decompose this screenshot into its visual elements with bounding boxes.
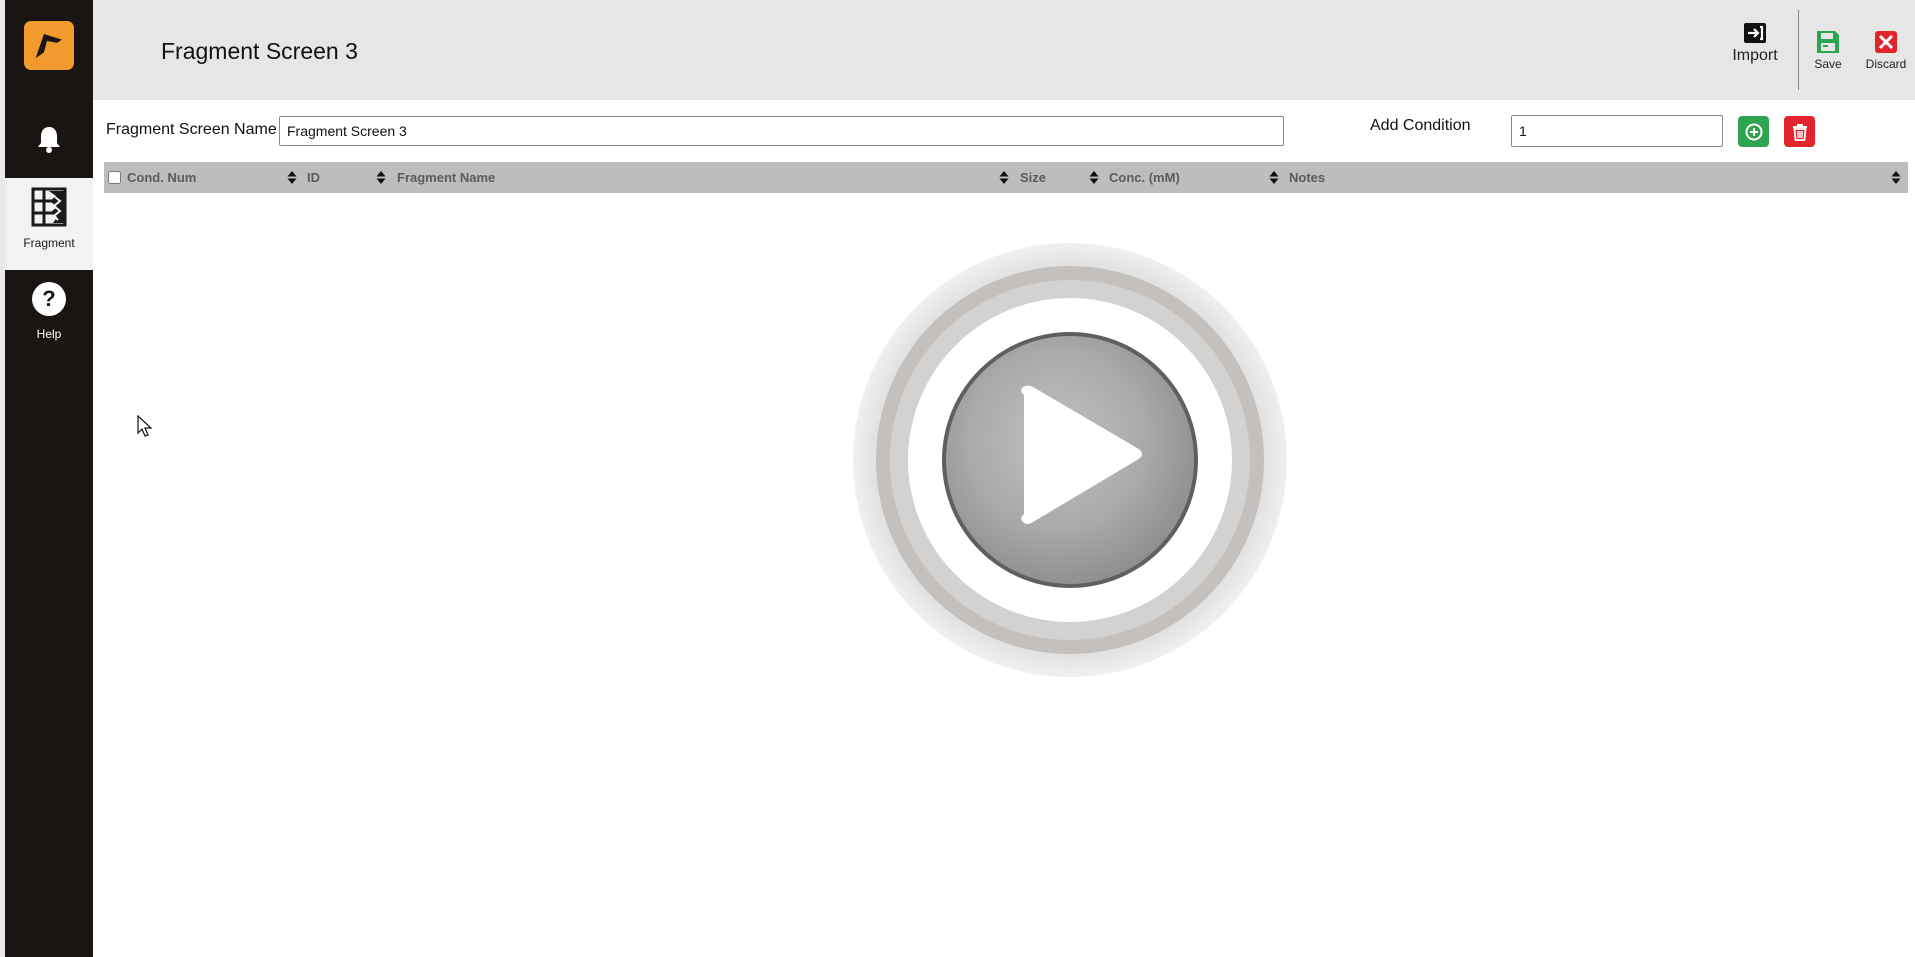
discard-button[interactable]: Discard	[1861, 30, 1911, 71]
column-header-id[interactable]: ID	[307, 162, 320, 193]
screen-name-input[interactable]	[279, 116, 1284, 146]
logo-icon	[34, 33, 64, 61]
column-header-size[interactable]: Size	[1020, 162, 1046, 193]
add-condition-button[interactable]	[1738, 116, 1769, 147]
sidebar-item-fragment[interactable]: Fragment	[5, 178, 93, 270]
sort-icon[interactable]	[376, 170, 386, 185]
page-header: Fragment Screen 3 Import Save Discard	[93, 0, 1915, 100]
header-divider	[1798, 10, 1799, 90]
help-icon: ?	[32, 282, 66, 316]
app-window: Fragment ? Help Fragment Screen 3 Import	[0, 0, 1915, 957]
column-header-cond-num[interactable]: Cond. Num	[127, 162, 196, 193]
sort-icon[interactable]	[1089, 170, 1099, 185]
sidebar-item-help[interactable]: ? Help	[5, 279, 93, 355]
add-condition-label: Add Condition	[1370, 117, 1471, 134]
sort-icon[interactable]	[1269, 170, 1279, 185]
column-header-fragment-name[interactable]: Fragment Name	[397, 162, 495, 193]
column-header-notes[interactable]: Notes	[1289, 162, 1325, 193]
sidebar-item-label: Help	[36, 327, 62, 341]
sort-icon[interactable]	[1891, 170, 1901, 185]
bell-icon	[38, 127, 60, 153]
close-icon	[1875, 31, 1897, 53]
page-title: Fragment Screen 3	[161, 38, 358, 64]
fragment-grid-icon	[31, 187, 67, 227]
sidebar: Fragment ? Help	[0, 0, 93, 957]
play-icon[interactable]	[851, 242, 1289, 678]
delete-condition-button[interactable]	[1784, 116, 1815, 147]
column-header-conc[interactable]: Conc. (mM)	[1109, 162, 1180, 193]
discard-label: Discard	[1865, 57, 1907, 71]
import-label: Import	[1732, 47, 1778, 64]
svg-text:?: ?	[42, 286, 55, 311]
add-condition-input[interactable]	[1511, 115, 1723, 147]
screen-name-label: Fragment Screen Name	[106, 121, 277, 138]
plus-circle-icon	[1745, 123, 1762, 140]
select-all-checkbox[interactable]	[108, 171, 121, 184]
save-button[interactable]: Save	[1806, 30, 1850, 71]
notifications-button[interactable]	[5, 116, 93, 162]
trash-icon	[1792, 123, 1807, 141]
app-logo[interactable]	[24, 21, 74, 70]
mouse-cursor-icon	[137, 415, 153, 437]
save-label: Save	[1814, 57, 1842, 71]
save-icon	[1817, 31, 1839, 53]
import-icon	[1744, 23, 1766, 43]
import-button[interactable]: Import	[1727, 22, 1783, 65]
sort-icon[interactable]	[999, 170, 1009, 185]
sort-icon[interactable]	[287, 170, 297, 185]
sidebar-item-label: Fragment	[23, 236, 75, 250]
table-header: Cond. Num ID Fragment Name Size Conc. (m…	[104, 162, 1908, 193]
